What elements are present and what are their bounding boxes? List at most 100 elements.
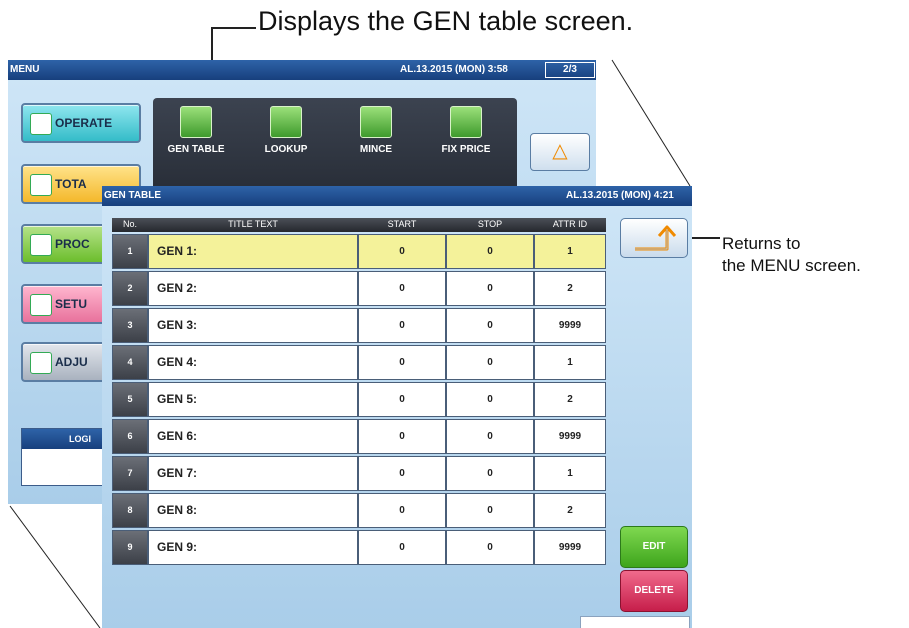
row-title-text: GEN 9: [148, 530, 358, 565]
delete-button[interactable]: DELETE [620, 570, 688, 612]
adjust-label: ADJU [55, 355, 88, 369]
row-stop: 0 [446, 456, 534, 491]
row-title-text: GEN 8: [148, 493, 358, 528]
setup-label: SETU [55, 297, 88, 311]
row-title-text-text: GEN 3: [157, 318, 198, 332]
row-start: 0 [358, 530, 446, 565]
operate-label: OPERATE [55, 116, 113, 130]
return-button[interactable] [620, 218, 688, 258]
header-no: No. [122, 219, 137, 229]
row-start: 0 [358, 419, 446, 454]
row-stop: 0 [446, 234, 534, 269]
row-title-text: GEN 5: [148, 382, 358, 417]
fix-price-icon [450, 106, 482, 138]
gen-table: No. TITLE TEXT START STOP ATTR ID 1 GEN 1… [112, 218, 606, 565]
page-up-button[interactable]: △ [530, 133, 590, 171]
row-start: 0 [358, 234, 446, 269]
lookup-icon [270, 106, 302, 138]
row-number: 6 [112, 419, 148, 454]
row-stop: 0 [446, 308, 534, 343]
clock-icon [30, 174, 52, 196]
operate-icon [30, 113, 52, 135]
row-title-text-text: GEN 4: [157, 355, 198, 369]
row-title-text-text: GEN 7: [157, 466, 198, 480]
table-header: No. TITLE TEXT START STOP ATTR ID [112, 218, 606, 232]
mince-icon [360, 106, 392, 138]
lookup-label: LOOKUP [264, 144, 308, 155]
table-row[interactable]: 2 GEN 2: 0 0 2 [112, 271, 606, 306]
row-title-text-text: GEN 9: [157, 540, 198, 554]
mince-menu-item[interactable]: MINCE [336, 106, 416, 155]
row-start: 0 [358, 382, 446, 417]
bottom-input-field[interactable] [580, 616, 690, 628]
row-title-text: GEN 1: [148, 234, 358, 269]
row-attr-id: 9999 [534, 308, 606, 343]
return-arrow-icon [635, 225, 677, 251]
table-row[interactable]: 9 GEN 9: 0 0 9999 [112, 530, 606, 565]
row-stop: 0 [446, 345, 534, 380]
row-number: 5 [112, 382, 148, 417]
row-stop: 0 [446, 271, 534, 306]
zoom-line-lower [9, 505, 101, 628]
menu-page-indicator: 2/3 [545, 62, 595, 78]
table-row[interactable]: 8 GEN 8: 0 0 2 [112, 493, 606, 528]
triangle-up-icon: △ [552, 140, 568, 162]
row-title-text: GEN 7: [148, 456, 358, 491]
row-number: 4 [112, 345, 148, 380]
table-row[interactable]: 1 GEN 1: 0 0 1 [112, 234, 606, 269]
row-attr-id: 2 [534, 271, 606, 306]
annotation-gen-table: Displays the GEN table screen. [258, 6, 634, 36]
row-start: 0 [358, 493, 446, 528]
mince-label: MINCE [359, 144, 393, 155]
total-label: TOTA [55, 177, 87, 191]
table-row[interactable]: 3 GEN 3: 0 0 9999 [112, 308, 606, 343]
row-title-text-text: GEN 2: [157, 281, 198, 295]
row-number: 7 [112, 456, 148, 491]
row-number: 8 [112, 493, 148, 528]
gen-title: GEN TABLE [104, 190, 162, 201]
table-row[interactable]: 5 GEN 5: 0 0 2 [112, 382, 606, 417]
header-stop: STOP [477, 219, 503, 229]
adjust-icon [30, 352, 52, 374]
row-attr-id: 2 [534, 382, 606, 417]
header-start: START [387, 219, 417, 229]
annotation-return-menu: Returns to the MENU screen. [722, 233, 861, 277]
gen-table-menu-item[interactable]: GEN TABLE [156, 106, 236, 155]
operate-button[interactable]: OPERATE [21, 103, 141, 143]
menu-title: MENU [10, 64, 40, 75]
gen-datetime: AL.13.2015 (MON) 4:21 [566, 190, 674, 201]
row-attr-id: 1 [534, 345, 606, 380]
row-title-text-text: GEN 1: [157, 244, 198, 258]
row-stop: 0 [446, 382, 534, 417]
row-title-text-text: GEN 6: [157, 429, 198, 443]
row-attr-id: 1 [534, 456, 606, 491]
gen-table-icon [180, 106, 212, 138]
row-attr-id: 2 [534, 493, 606, 528]
row-title-text-text: GEN 8: [157, 503, 198, 517]
row-stop: 0 [446, 530, 534, 565]
row-number: 3 [112, 308, 148, 343]
row-start: 0 [358, 271, 446, 306]
fix-price-menu-item[interactable]: FIX PRICE [426, 106, 506, 155]
row-number: 2 [112, 271, 148, 306]
table-row[interactable]: 4 GEN 4: 0 0 1 [112, 345, 606, 380]
annotation-return-line2: the MENU screen. [722, 256, 861, 275]
row-stop: 0 [446, 493, 534, 528]
row-attr-id: 9999 [534, 530, 606, 565]
row-attr-id: 1 [534, 234, 606, 269]
gen-table-screen: GEN TABLE AL.13.2015 (MON) 4:21 No. TITL… [102, 186, 692, 628]
row-title-text: GEN 6: [148, 419, 358, 454]
book-icon [30, 234, 52, 256]
lookup-menu-item[interactable]: LOOKUP [246, 106, 326, 155]
row-number: 9 [112, 530, 148, 565]
zoom-line-upper [611, 59, 691, 187]
row-title-text: GEN 2: [148, 271, 358, 306]
wrench-icon [30, 294, 52, 316]
row-start: 0 [358, 308, 446, 343]
edit-button[interactable]: EDIT [620, 526, 688, 568]
menu-title-bar: MENU AL.13.2015 (MON) 3:58 2/3 [8, 60, 596, 80]
menu-datetime: AL.13.2015 (MON) 3:58 [400, 64, 508, 75]
table-row[interactable]: 7 GEN 7: 0 0 1 [112, 456, 606, 491]
table-row[interactable]: 6 GEN 6: 0 0 9999 [112, 419, 606, 454]
row-attr-id: 9999 [534, 419, 606, 454]
